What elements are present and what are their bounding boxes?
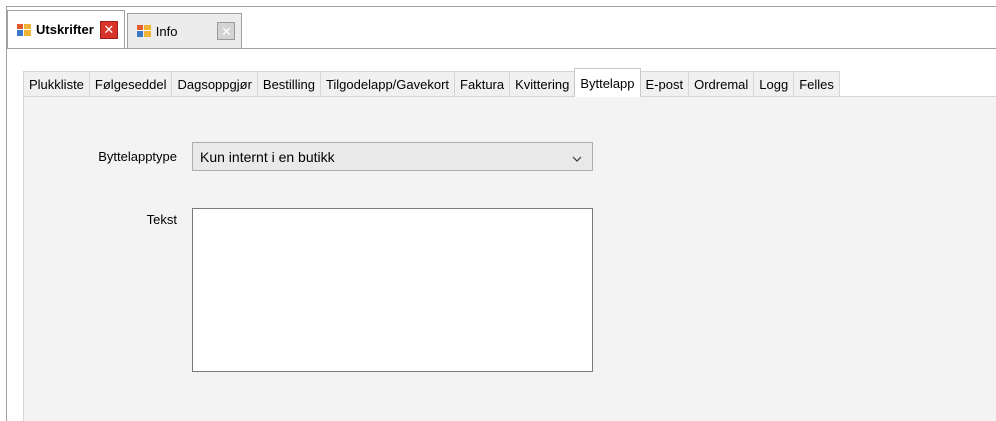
tab-dagsoppgjor[interactable]: Dagsoppgjør — [171, 71, 258, 97]
tab-ordremal[interactable]: Ordremal — [688, 71, 755, 97]
tab-logg[interactable]: Logg — [753, 71, 795, 97]
chevron-down-icon — [572, 151, 582, 162]
document-tab-divider — [7, 48, 996, 49]
tekst-textarea[interactable] — [192, 208, 593, 372]
tab-folgeseddel[interactable]: Følgeseddel — [88, 71, 173, 97]
tab-kvittering[interactable]: Kvittering — [509, 71, 576, 97]
document-tab-label: Info — [155, 23, 178, 39]
form-window-icon — [16, 22, 32, 38]
close-icon[interactable]: ✕ — [99, 20, 118, 39]
document-tab-bar: Utskrifter ✕ Info ✕ — [7, 10, 244, 48]
tab-tilgodelapp-gavekort[interactable]: Tilgodelapp/Gavekort — [319, 71, 456, 97]
tab-faktura[interactable]: Faktura — [454, 71, 511, 97]
settings-tab-strip: Plukkliste Følgeseddel Dagsoppgjør Besti… — [23, 68, 840, 97]
tab-e-post[interactable]: E-post — [639, 71, 690, 97]
byttelapptype-selected-value: Kun internt i en butikk — [200, 148, 335, 165]
form-window-icon — [136, 23, 152, 39]
tekst-label: Tekst — [146, 212, 177, 227]
tab-felles[interactable]: Felles — [793, 71, 840, 97]
tab-plukkliste[interactable]: Plukkliste — [23, 71, 90, 97]
document-tab-info[interactable]: Info ✕ — [126, 13, 243, 48]
close-icon[interactable]: ✕ — [217, 22, 236, 40]
application-window: Utskrifter ✕ Info ✕ Plukkliste Følgesedd… — [0, 0, 996, 421]
byttelapptype-label: Byttelapptype — [98, 149, 177, 164]
document-tab-utskrifter[interactable]: Utskrifter ✕ — [7, 10, 125, 48]
byttelapptype-dropdown[interactable]: Kun internt i en butikk — [192, 142, 593, 171]
document-tab-label: Utskrifter — [36, 22, 94, 37]
tab-byttelapp[interactable]: Byttelapp — [574, 68, 641, 97]
tab-bestilling[interactable]: Bestilling — [256, 71, 321, 97]
